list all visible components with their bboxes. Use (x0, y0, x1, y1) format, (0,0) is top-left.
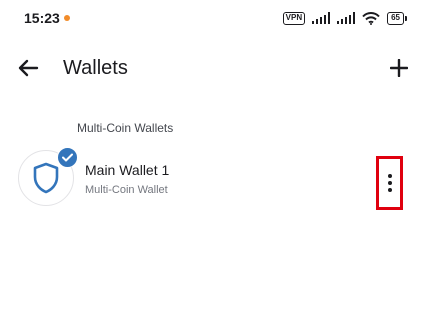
more-vertical-icon-dot-3 (387, 188, 392, 192)
wallet-name: Main Wallet 1 (85, 162, 170, 178)
signal-icon-2 (337, 12, 356, 24)
wifi-icon (362, 11, 380, 25)
wallets-screen: 15:23 VPN 65 Wallets Multi-Coin Wallets … (0, 0, 427, 311)
back-button[interactable] (14, 54, 42, 82)
plus-icon (390, 59, 408, 77)
wallet-more-options-button[interactable] (376, 156, 403, 210)
status-bar: 15:23 VPN 65 (0, 0, 427, 36)
app-bar: Wallets (0, 46, 427, 90)
battery-tip (405, 15, 407, 21)
notification-dot-icon (64, 15, 70, 21)
vpn-badge: VPN (282, 11, 306, 25)
section-header: Multi-Coin Wallets (77, 121, 174, 135)
more-vertical-icon-dot-1 (387, 174, 392, 178)
arrow-left-icon (18, 59, 39, 77)
wallet-row[interactable]: Main Wallet 1 Multi-Coin Wallet (0, 144, 427, 212)
status-time: 15:23 (24, 10, 60, 26)
wallet-type: Multi-Coin Wallet (85, 184, 168, 196)
signal-icon (312, 12, 331, 24)
status-icons: VPN 65 (282, 10, 407, 26)
selected-check-icon (57, 147, 78, 168)
battery-icon: 65 (387, 11, 407, 25)
add-wallet-button[interactable] (385, 54, 413, 82)
page-title: Wallets (63, 57, 128, 79)
battery-level: 65 (387, 11, 404, 25)
more-vertical-icon-dot-2 (387, 181, 392, 185)
shield-icon (33, 162, 59, 194)
